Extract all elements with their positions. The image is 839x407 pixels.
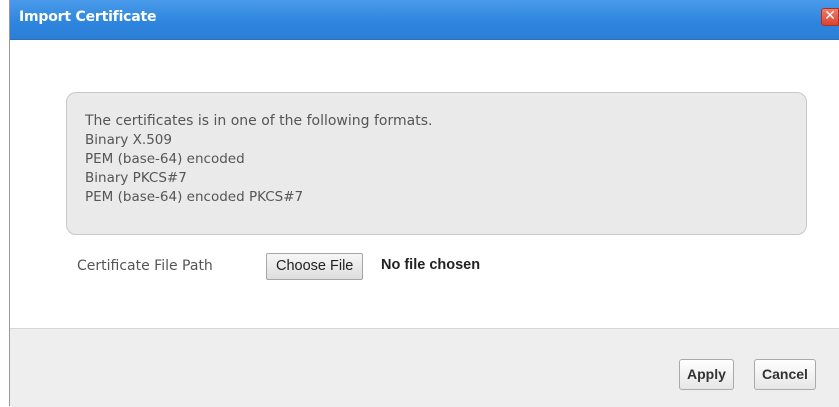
dialog-title-bar: Import Certificate ✕ xyxy=(10,0,839,40)
certificate-formats-info-box: The certificates is in one of the follow… xyxy=(66,92,807,235)
dialog-title: Import Certificate xyxy=(19,9,157,25)
format-item: PEM (base-64) encoded xyxy=(85,151,245,167)
import-certificate-dialog: Import Certificate ✕ The certificates is… xyxy=(9,0,839,407)
choose-file-button[interactable]: Choose File xyxy=(266,253,364,280)
close-icon: ✕ xyxy=(824,8,836,24)
format-item: Binary PKCS#7 xyxy=(85,170,187,186)
certificate-formats-text: The certificates is in one of the follow… xyxy=(85,112,432,207)
format-item: PEM (base-64) encoded PKCS#7 xyxy=(85,189,304,205)
file-status-text: No file chosen xyxy=(381,257,481,273)
close-button[interactable]: ✕ xyxy=(821,8,839,26)
apply-button[interactable]: Apply xyxy=(679,359,734,390)
format-item: Binary X.509 xyxy=(85,132,172,148)
certificate-file-path-label: Certificate File Path xyxy=(77,258,213,274)
dialog-footer: Apply Cancel xyxy=(10,328,839,407)
formats-intro: The certificates is in one of the follow… xyxy=(85,113,433,129)
cancel-button[interactable]: Cancel xyxy=(754,359,816,390)
